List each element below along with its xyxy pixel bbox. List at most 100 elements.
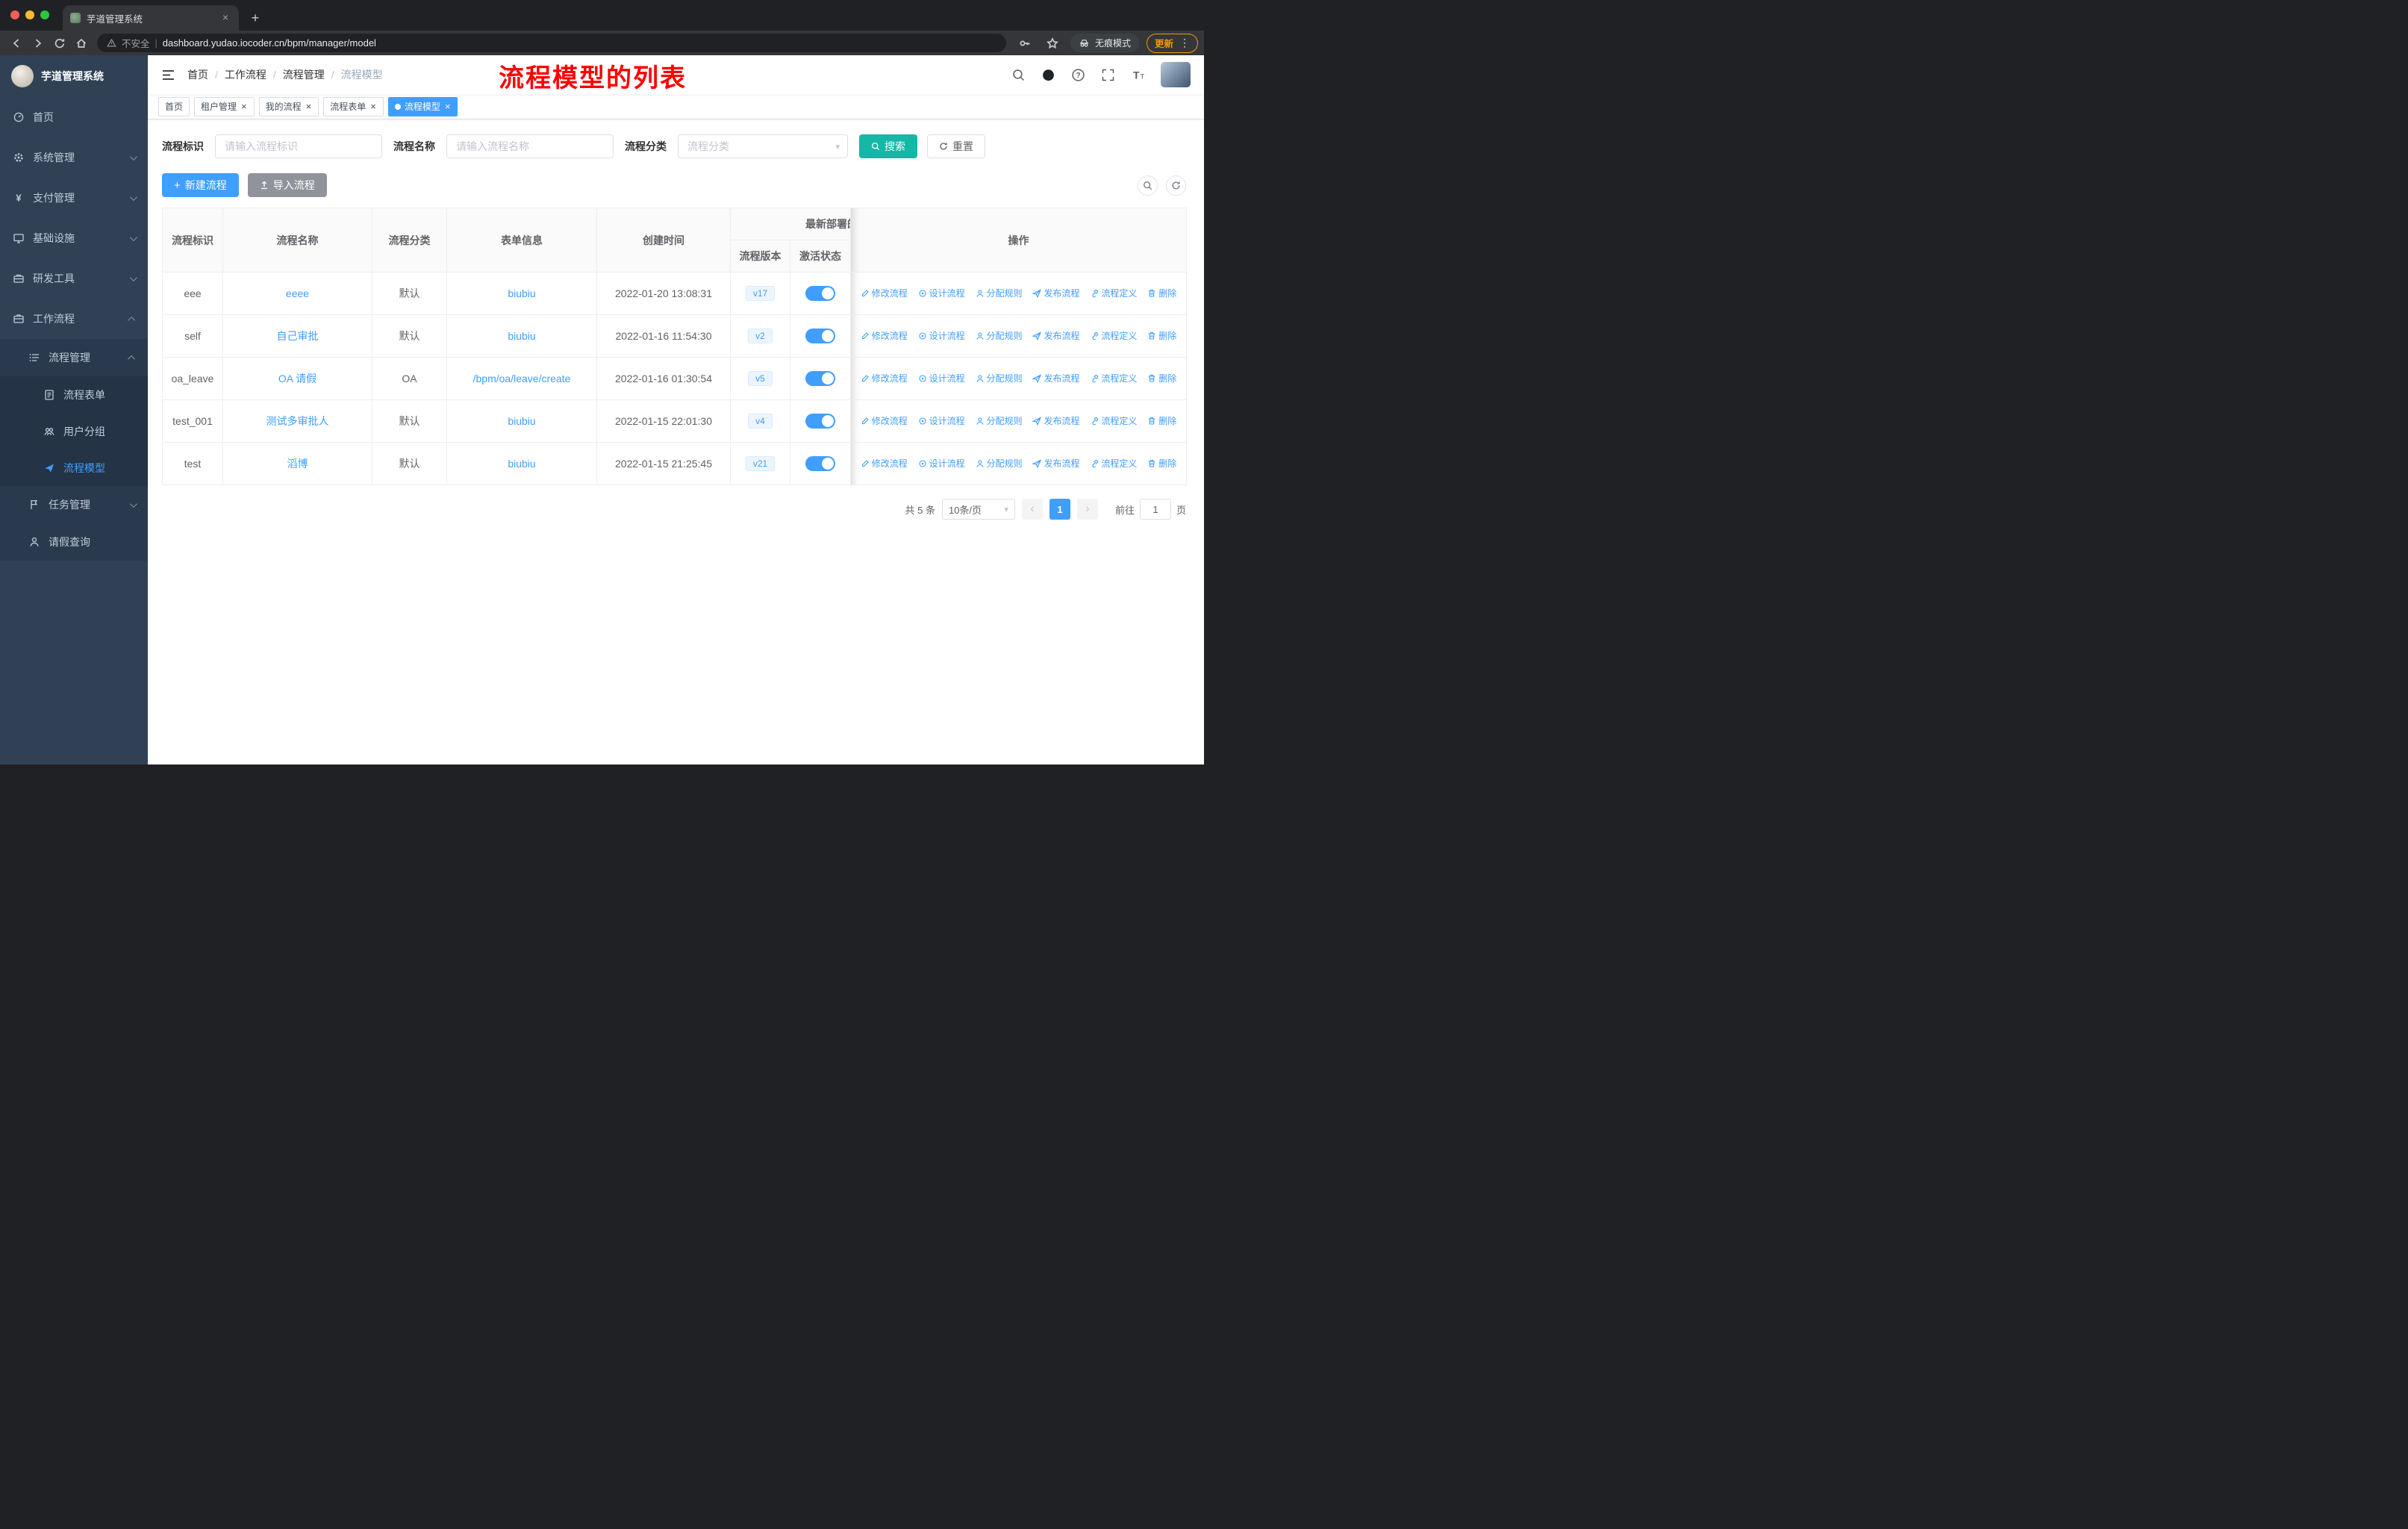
active-toggle[interactable] bbox=[805, 456, 835, 471]
tag-process-model[interactable]: 流程模型 × bbox=[387, 96, 458, 116]
publish-process-link[interactable]: 发布流程 bbox=[1032, 457, 1079, 470]
publish-process-link[interactable]: 发布流程 bbox=[1032, 329, 1079, 342]
sidebar-logo[interactable]: 芋道管理系统 bbox=[0, 55, 148, 97]
assign-rule-link[interactable]: 分配规则 bbox=[976, 414, 1023, 427]
user-avatar[interactable] bbox=[1161, 62, 1191, 87]
publish-process-link[interactable]: 发布流程 bbox=[1032, 414, 1079, 427]
publish-process-link[interactable]: 发布流程 bbox=[1032, 287, 1079, 299]
help-icon[interactable]: ? bbox=[1071, 68, 1085, 82]
process-name-link[interactable]: OA 请假 bbox=[278, 373, 316, 384]
sidebar-item-infra[interactable]: 基础设施 bbox=[0, 218, 148, 258]
sidebar-item-system[interactable]: 系统管理 bbox=[0, 137, 148, 178]
close-icon[interactable]: × bbox=[305, 102, 313, 111]
tag-process-form[interactable]: 流程表单 × bbox=[323, 96, 384, 116]
process-key-input[interactable] bbox=[215, 134, 382, 158]
page-number-button[interactable]: 1 bbox=[1049, 499, 1070, 520]
design-process-link[interactable]: 设计流程 bbox=[918, 287, 965, 299]
process-definition-link[interactable]: 流程定义 bbox=[1090, 287, 1137, 299]
password-key-icon[interactable] bbox=[1015, 33, 1035, 53]
edit-process-link[interactable]: 修改流程 bbox=[861, 329, 908, 342]
delete-link[interactable]: 删除 bbox=[1147, 457, 1176, 470]
import-process-button[interactable]: 导入流程 bbox=[247, 173, 327, 197]
design-process-link[interactable]: 设计流程 bbox=[918, 372, 965, 384]
process-definition-link[interactable]: 流程定义 bbox=[1090, 414, 1137, 427]
sidebar-item-workflow[interactable]: 工作流程 bbox=[0, 299, 148, 339]
reload-icon[interactable] bbox=[49, 33, 69, 53]
fullscreen-icon[interactable] bbox=[1101, 68, 1115, 82]
process-name-link[interactable]: 测试多审批人 bbox=[266, 415, 329, 427]
tab-close-icon[interactable]: × bbox=[219, 12, 231, 24]
tag-home[interactable]: 首页 bbox=[158, 96, 190, 116]
tag-my-process[interactable]: 我的流程 × bbox=[258, 96, 319, 116]
edit-process-link[interactable]: 修改流程 bbox=[861, 287, 908, 299]
sidebar-item-process-mgmt[interactable]: 流程管理 bbox=[0, 339, 148, 376]
design-process-link[interactable]: 设计流程 bbox=[918, 329, 965, 342]
sidebar-item-devtools[interactable]: 研发工具 bbox=[0, 258, 148, 299]
active-toggle[interactable] bbox=[805, 328, 835, 343]
sidebar-item-user-group[interactable]: 用户分组 bbox=[0, 413, 148, 449]
process-definition-link[interactable]: 流程定义 bbox=[1090, 457, 1137, 470]
window-zoom-button[interactable] bbox=[40, 10, 49, 19]
goto-page-input[interactable] bbox=[1139, 499, 1171, 520]
process-definition-link[interactable]: 流程定义 bbox=[1090, 329, 1137, 342]
close-icon[interactable]: × bbox=[444, 102, 452, 111]
edit-process-link[interactable]: 修改流程 bbox=[861, 372, 908, 384]
form-info-link[interactable]: biubiu bbox=[508, 287, 535, 299]
assign-rule-link[interactable]: 分配规则 bbox=[976, 372, 1023, 384]
process-name-link[interactable]: 自己审批 bbox=[277, 330, 319, 342]
update-chip[interactable]: 更新 ⋮ bbox=[1146, 33, 1198, 53]
design-process-link[interactable]: 设计流程 bbox=[918, 414, 965, 427]
form-info-link[interactable]: biubiu bbox=[508, 458, 535, 470]
edit-process-link[interactable]: 修改流程 bbox=[861, 457, 908, 470]
page-size-select[interactable]: 10条/页 ▾ bbox=[941, 499, 1015, 520]
github-icon[interactable] bbox=[1041, 68, 1055, 82]
font-size-icon[interactable]: TT bbox=[1131, 68, 1145, 82]
process-name-input[interactable] bbox=[446, 134, 614, 158]
breadcrumb-home[interactable]: 首页 bbox=[187, 67, 208, 82]
next-page-button[interactable]: › bbox=[1076, 499, 1098, 520]
process-definition-link[interactable]: 流程定义 bbox=[1090, 372, 1137, 384]
assign-rule-link[interactable]: 分配规则 bbox=[976, 287, 1023, 299]
sidebar-item-leave-query[interactable]: 请假查询 bbox=[0, 523, 148, 561]
forward-icon[interactable] bbox=[28, 33, 48, 53]
search-button[interactable]: 搜索 bbox=[859, 134, 917, 158]
process-name-link[interactable]: eeee bbox=[286, 287, 309, 299]
table-search-icon[interactable] bbox=[1138, 175, 1158, 196]
sidebar-item-process-form[interactable]: 流程表单 bbox=[0, 376, 148, 413]
breadcrumb-process-mgmt[interactable]: 流程管理 bbox=[283, 67, 325, 82]
sidebar-item-home[interactable]: 首页 bbox=[0, 97, 148, 137]
breadcrumb-workflow[interactable]: 工作流程 bbox=[225, 67, 266, 82]
table-refresh-icon[interactable] bbox=[1166, 175, 1186, 196]
sidebar-item-task-mgmt[interactable]: 任务管理 bbox=[0, 486, 148, 523]
browser-tab[interactable]: 芋道管理系统 × bbox=[63, 5, 239, 31]
prev-page-button[interactable]: ‹ bbox=[1021, 499, 1043, 520]
sidebar-item-payment[interactable]: ¥ 支付管理 bbox=[0, 178, 148, 218]
reset-button[interactable]: 重置 bbox=[927, 134, 985, 158]
tag-tenant[interactable]: 租户管理 × bbox=[194, 96, 255, 116]
edit-process-link[interactable]: 修改流程 bbox=[861, 414, 908, 427]
create-process-button[interactable]: + 新建流程 bbox=[162, 173, 239, 197]
form-info-link[interactable]: biubiu bbox=[508, 330, 535, 342]
sidebar-item-process-model[interactable]: 流程模型 bbox=[0, 449, 148, 486]
search-icon[interactable] bbox=[1011, 68, 1026, 82]
delete-link[interactable]: 删除 bbox=[1147, 329, 1176, 342]
delete-link[interactable]: 删除 bbox=[1147, 372, 1176, 384]
active-toggle[interactable] bbox=[805, 414, 835, 429]
assign-rule-link[interactable]: 分配规则 bbox=[976, 329, 1023, 342]
category-select[interactable]: 流程分类 ▾ bbox=[678, 134, 848, 158]
form-info-link[interactable]: /bpm/oa/leave/create bbox=[473, 373, 571, 384]
new-tab-button[interactable]: + bbox=[246, 9, 264, 27]
delete-link[interactable]: 删除 bbox=[1147, 414, 1176, 427]
address-bar[interactable]: 不安全 | dashboard.yudao.iocoder.cn/bpm/man… bbox=[97, 34, 1006, 52]
publish-process-link[interactable]: 发布流程 bbox=[1032, 372, 1079, 384]
window-close-button[interactable] bbox=[10, 10, 19, 19]
browser-menu-icon[interactable]: ⋮ bbox=[1179, 37, 1190, 49]
close-icon[interactable]: × bbox=[240, 102, 248, 111]
assign-rule-link[interactable]: 分配规则 bbox=[976, 457, 1023, 470]
process-name-link[interactable]: 滔博 bbox=[287, 458, 308, 470]
active-toggle[interactable] bbox=[805, 371, 835, 386]
close-icon[interactable]: × bbox=[369, 102, 377, 111]
bookmark-star-icon[interactable] bbox=[1043, 33, 1063, 53]
active-toggle[interactable] bbox=[805, 286, 835, 301]
home-icon[interactable] bbox=[71, 33, 91, 53]
